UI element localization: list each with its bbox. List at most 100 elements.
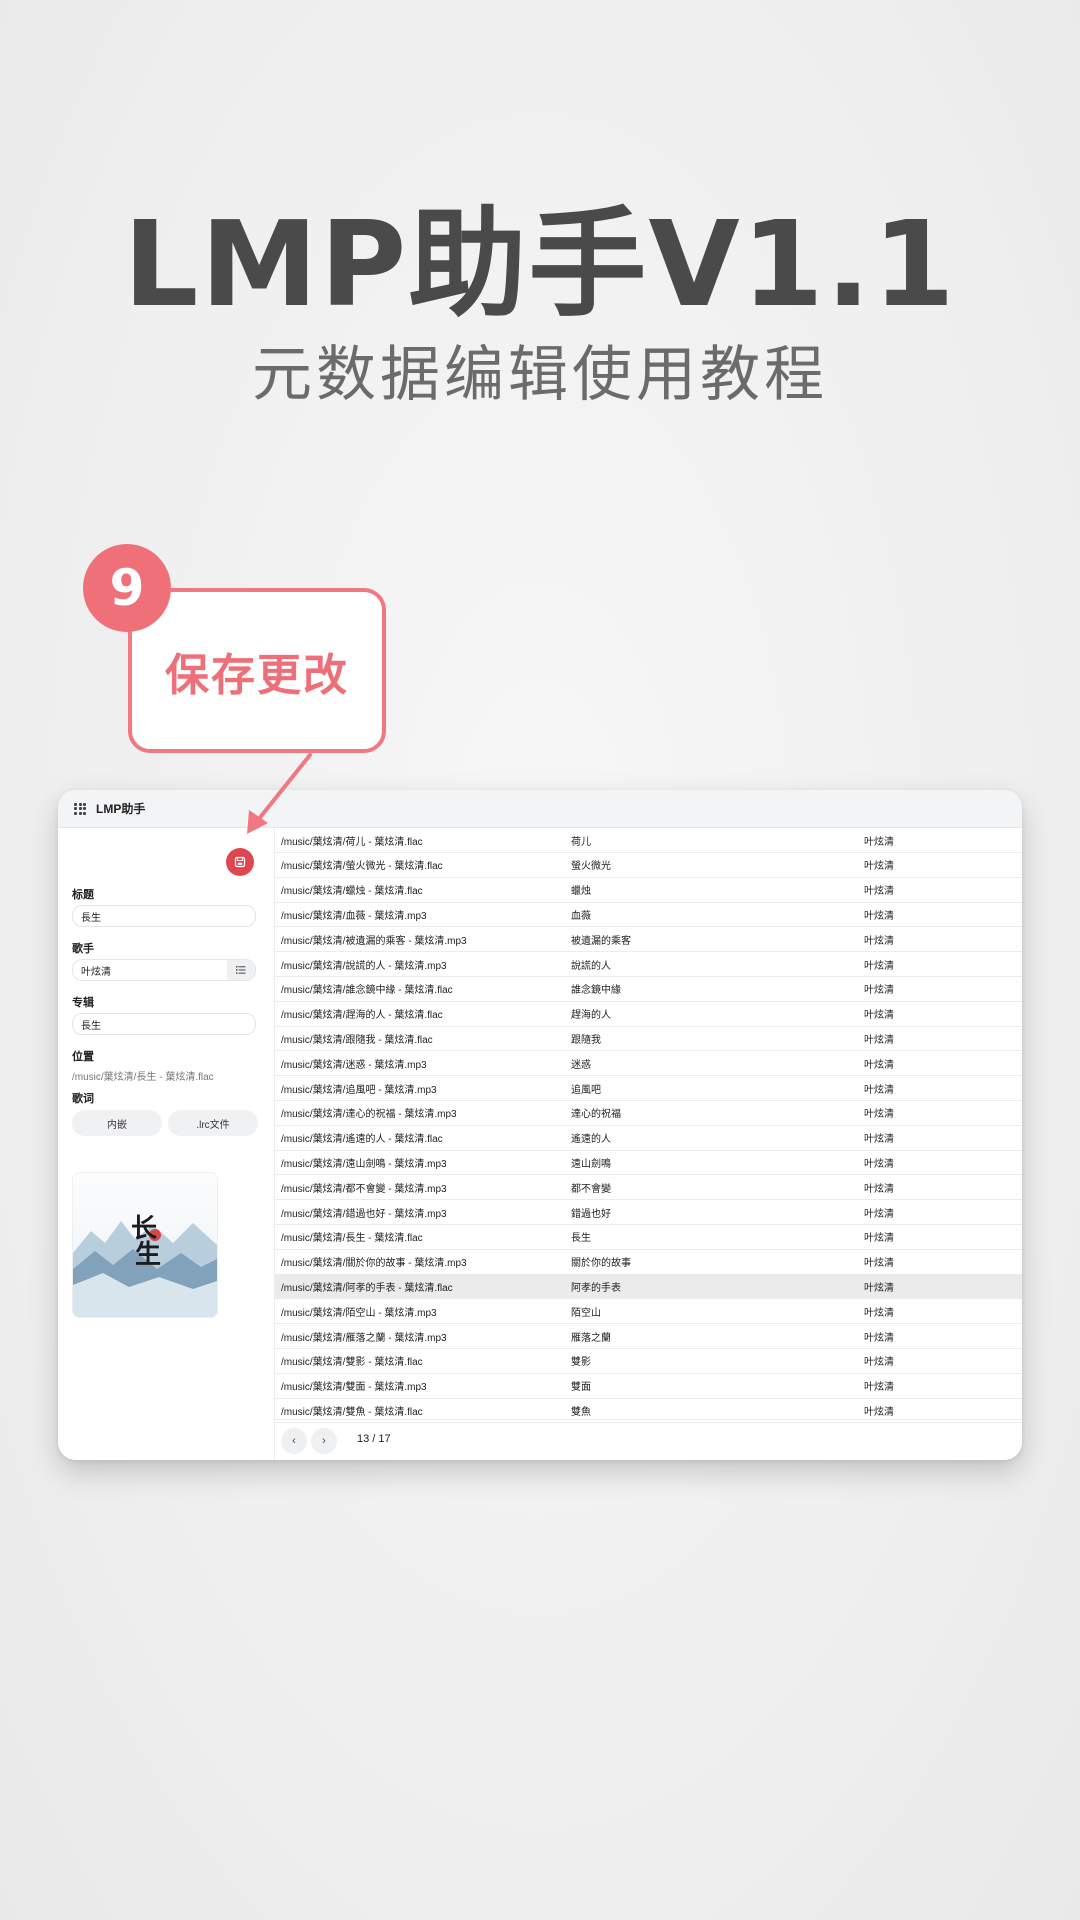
track-title-cell: 被遺漏的乘客 <box>571 935 631 947</box>
track-title-cell: 遙遠的人 <box>571 1134 611 1146</box>
table-row[interactable]: /music/葉炫清/螢火微光 - 葉炫清.flac 螢火微光 叶炫清 <box>275 853 1022 878</box>
hero-subtitle: 元数据编辑使用教程 <box>252 340 828 410</box>
track-path-cell: /music/葉炫清/血薇 - 葉炫清.mp3 <box>281 910 427 922</box>
table-row[interactable]: /music/葉炫清/關於你的故事 - 葉炫清.mp3 關於你的故事 叶炫清 <box>275 1250 1022 1275</box>
track-artist-cell: 叶炫清 <box>864 1382 894 1394</box>
track-artist-cell: 叶炫清 <box>864 1034 894 1046</box>
table-row[interactable]: /music/葉炫清/達心的祝福 - 葉炫清.mp3 達心的祝福 叶炫清 <box>275 1101 1022 1126</box>
track-title-cell: 錯過也好 <box>571 1208 611 1220</box>
track-title-cell: 血薇 <box>571 910 591 922</box>
track-title-cell: 雁落之蘭 <box>571 1332 611 1344</box>
track-title-cell: 雙影 <box>571 1357 591 1369</box>
track-title-cell: 趕海的人 <box>571 1010 611 1022</box>
album-label: 专辑 <box>72 997 94 1009</box>
title-label: 标题 <box>72 889 94 901</box>
track-title-cell: 迷惑 <box>571 1059 591 1071</box>
table-row[interactable]: /music/葉炫清/蠟烛 - 葉炫清.flac 蠟烛 叶炫清 <box>275 878 1022 903</box>
track-artist-cell: 叶炫清 <box>864 1158 894 1170</box>
callout-box: 保存更改 <box>128 588 386 753</box>
track-title-cell: 荷儿 <box>571 836 591 848</box>
artist-list-button[interactable] <box>227 960 255 980</box>
table-row[interactable]: /music/葉炫清/雁落之蘭 - 葉炫清.mp3 雁落之蘭 叶炫清 <box>275 1324 1022 1349</box>
step-badge: 9 <box>83 544 171 632</box>
track-artist-cell: 叶炫清 <box>864 836 894 848</box>
table-row[interactable]: /music/葉炫清/追風吧 - 葉炫清.mp3 追風吧 叶炫清 <box>275 1076 1022 1101</box>
track-artist-cell: 叶炫清 <box>864 1357 894 1369</box>
track-path-cell: /music/葉炫清/跟隨我 - 葉炫清.flac <box>281 1034 433 1046</box>
save-button[interactable] <box>226 848 254 876</box>
artist-field[interactable]: 叶炫清 <box>72 959 256 981</box>
track-path-cell: /music/葉炫清/螢火微光 - 葉炫清.flac <box>281 861 443 873</box>
next-page-button[interactable]: › <box>311 1428 337 1454</box>
track-title-cell: 蠟烛 <box>571 886 591 898</box>
title-bar: LMP助手 <box>58 790 1022 828</box>
track-path-cell: /music/葉炫清/雙魚 - 葉炫清.flac <box>281 1406 423 1418</box>
track-path-cell: /music/葉炫清/迷惑 - 葉炫清.mp3 <box>281 1059 427 1071</box>
previous-page-button[interactable]: ‹ <box>281 1428 307 1454</box>
chevron-right-icon: › <box>322 1435 326 1447</box>
table-row[interactable]: /music/葉炫清/雙影 - 葉炫清.flac 雙影 叶炫清 <box>275 1349 1022 1374</box>
lyrics-lrc-button[interactable]: .lrc文件 <box>168 1110 258 1136</box>
track-path-cell: /music/葉炫清/雙影 - 葉炫清.flac <box>281 1357 423 1369</box>
track-title-cell: 陌空山 <box>571 1307 601 1319</box>
table-row[interactable]: /music/葉炫清/雙魚 - 葉炫清.flac 雙魚 叶炫清 <box>275 1398 1022 1424</box>
track-artist-cell: 叶炫清 <box>864 1233 894 1245</box>
album-cover[interactable]: 长 生 <box>72 1172 218 1318</box>
track-path-cell: /music/葉炫清/誰念鏡中緣 - 葉炫清.flac <box>281 985 453 997</box>
track-path-cell: /music/葉炫清/遙遠的人 - 葉炫清.flac <box>281 1134 443 1146</box>
track-path-cell: /music/葉炫清/都不會變 - 葉炫清.mp3 <box>281 1183 447 1195</box>
pagination: ‹ › 13 / 17 <box>275 1419 1022 1460</box>
table-row[interactable]: /music/葉炫清/陌空山 - 葉炫清.mp3 陌空山 叶炫清 <box>275 1299 1022 1325</box>
track-path-cell: /music/葉炫清/關於你的故事 - 葉炫清.mp3 <box>281 1258 467 1270</box>
table-row[interactable]: /music/葉炫清/阿孝的手表 - 葉炫清.flac 阿孝的手表 叶炫清 <box>275 1274 1022 1300</box>
track-path-cell: /music/葉炫清/趕海的人 - 葉炫清.flac <box>281 1010 443 1022</box>
table-row[interactable]: /music/葉炫清/誰念鏡中緣 - 葉炫清.flac 誰念鏡中緣 叶炫清 <box>275 977 1022 1002</box>
table-row[interactable]: /music/葉炫清/迷惑 - 葉炫清.mp3 迷惑 叶炫清 <box>275 1051 1022 1077</box>
track-artist-cell: 叶炫清 <box>864 1183 894 1195</box>
track-artist-cell: 叶炫清 <box>864 985 894 997</box>
table-row[interactable]: /music/葉炫清/錯過也好 - 葉炫清.mp3 錯過也好 叶炫清 <box>275 1200 1022 1225</box>
table-row[interactable]: /music/葉炫清/長生 - 葉炫清.flac 長生 叶炫清 <box>275 1225 1022 1250</box>
save-icon <box>234 856 246 868</box>
track-artist-cell: 叶炫清 <box>864 1332 894 1344</box>
table-row[interactable]: /music/葉炫清/血薇 - 葉炫清.mp3 血薇 叶炫清 <box>275 902 1022 928</box>
lyrics-embedded-button[interactable]: 内嵌 <box>72 1110 162 1136</box>
track-path-cell: /music/葉炫清/追風吧 - 葉炫清.mp3 <box>281 1084 437 1096</box>
list-icon <box>236 966 246 974</box>
album-field[interactable]: 長生 <box>72 1013 256 1035</box>
table-row[interactable]: /music/葉炫清/被遺漏的乘客 - 葉炫清.mp3 被遺漏的乘客 叶炫清 <box>275 927 1022 953</box>
svg-text:生: 生 <box>135 1240 161 1270</box>
track-artist-cell: 叶炫清 <box>864 1208 894 1220</box>
track-title-cell: 雙面 <box>571 1382 591 1394</box>
track-path-cell: /music/葉炫清/陌空山 - 葉炫清.mp3 <box>281 1307 437 1319</box>
track-title-cell: 達心的祝福 <box>571 1109 621 1121</box>
table-row[interactable]: /music/葉炫清/趕海的人 - 葉炫清.flac 趕海的人 叶炫清 <box>275 1002 1022 1027</box>
track-path-cell: /music/葉炫清/雙面 - 葉炫清.mp3 <box>281 1382 427 1394</box>
chevron-left-icon: ‹ <box>292 1435 296 1447</box>
track-artist-cell: 叶炫清 <box>864 861 894 873</box>
hero-title: LMP助手V1.1 <box>123 195 957 333</box>
track-artist-cell: 叶炫清 <box>864 1109 894 1121</box>
track-artist-cell: 叶炫清 <box>864 1010 894 1022</box>
track-artist-cell: 叶炫清 <box>864 1307 894 1319</box>
track-artist-cell: 叶炫清 <box>864 886 894 898</box>
album-cover-art: 长 生 <box>73 1173 217 1317</box>
track-artist-cell: 叶炫清 <box>864 960 894 972</box>
table-row[interactable]: /music/葉炫清/雙面 - 葉炫清.mp3 雙面 叶炫清 <box>275 1374 1022 1399</box>
table-row[interactable]: /music/葉炫清/說謊的人 - 葉炫清.mp3 說謊的人 叶炫清 <box>275 952 1022 977</box>
table-row[interactable]: /music/葉炫清/遙遠的人 - 葉炫清.flac 遙遠的人 叶炫清 <box>275 1126 1022 1151</box>
apps-grid-icon[interactable] <box>74 802 86 815</box>
callout-text: 保存更改 <box>165 649 349 701</box>
table-row[interactable]: /music/葉炫清/遠山劍鳴 - 葉炫清.mp3 遠山劍鳴 叶炫清 <box>275 1150 1022 1176</box>
track-title-cell: 長生 <box>571 1233 591 1245</box>
track-artist-cell: 叶炫清 <box>864 1134 894 1146</box>
table-row[interactable]: /music/葉炫清/跟隨我 - 葉炫清.flac 跟隨我 叶炫清 <box>275 1026 1022 1052</box>
track-path-cell: /music/葉炫清/蠟烛 - 葉炫清.flac <box>281 886 423 898</box>
track-title-cell: 阿孝的手表 <box>571 1282 621 1294</box>
table-row[interactable]: /music/葉炫清/都不會變 - 葉炫清.mp3 都不會變 叶炫清 <box>275 1175 1022 1201</box>
title-field[interactable]: 長生 <box>72 905 256 927</box>
track-title-cell: 誰念鏡中緣 <box>571 985 621 997</box>
table-row[interactable]: /music/葉炫清/荷儿 - 葉炫清.flac 荷儿 叶炫清 <box>275 828 1022 853</box>
page-indicator: 13 / 17 <box>357 1433 391 1445</box>
track-path-cell: /music/葉炫清/說謊的人 - 葉炫清.mp3 <box>281 960 447 972</box>
